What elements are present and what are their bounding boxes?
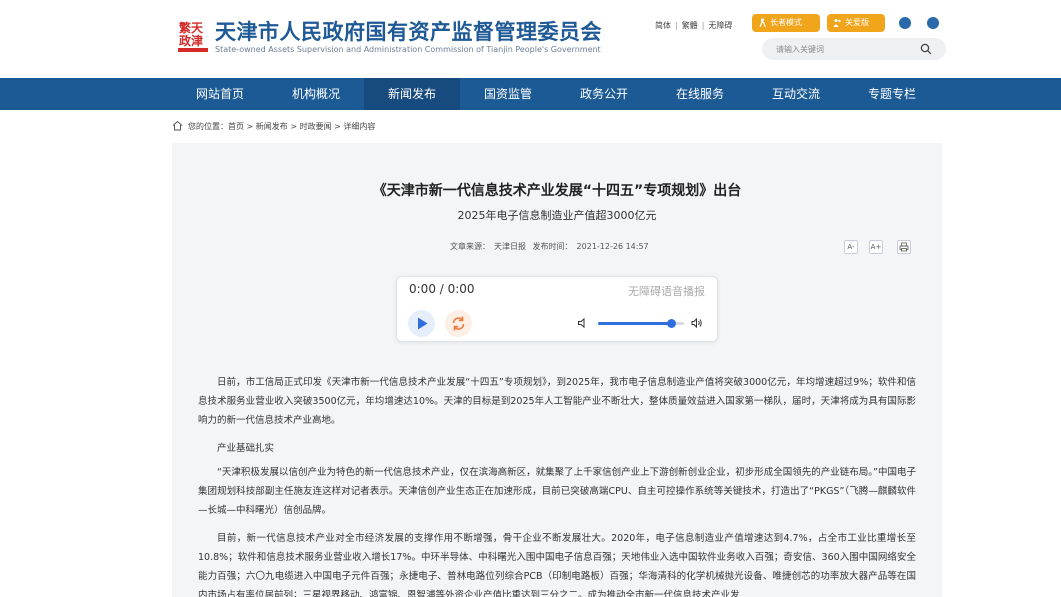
article-paragraph: “天津积极发展以信创产业为特色的新一代信息技术产业，仅在滨海高新区，就集聚了上千…: [198, 467, 916, 516]
nav-item-online-service[interactable]: 在线服务: [652, 78, 748, 110]
article-meta: 文章来源： 天津日报 发布时间： 2021-12-26 14:57: [450, 241, 653, 252]
weibo-icon[interactable]: [927, 17, 939, 29]
time-value: 2021-12-26 14:57: [576, 242, 649, 251]
source-label: 文章来源：: [450, 242, 490, 251]
elder-mode-label: 长者模式: [770, 18, 802, 27]
link-simplified[interactable]: 简体: [655, 21, 671, 30]
article-paragraph: 目前，新一代信息技术产业对全市经济发展的支撑作用不断增强，骨干企业不断发展壮大。…: [198, 533, 916, 597]
search-icon[interactable]: [920, 43, 932, 55]
tianjin-emblem-logo[interactable]: 繁天 政津: [178, 19, 208, 53]
breadcrumb-separator: >: [244, 122, 256, 131]
tts-label: 无障碍语音播报: [628, 285, 705, 298]
nav-item-news[interactable]: 新闻发布: [364, 78, 460, 110]
nav-item-about[interactable]: 机构概况: [268, 78, 364, 110]
breadcrumb-current: 详细内容: [343, 122, 376, 131]
volume-fill: [598, 322, 672, 325]
play-icon: [418, 317, 428, 330]
breadcrumb-home[interactable]: 首页: [228, 122, 244, 131]
svg-text:繁天: 繁天: [179, 20, 204, 35]
volume-low-icon[interactable]: [577, 317, 589, 329]
article-title: 《天津市新一代信息技术产业发展“十四五”专项规划》出台: [372, 183, 742, 199]
breadcrumb-separator: >: [331, 122, 344, 131]
article-panel: 《天津市新一代信息技术产业发展“十四五”专项规划》出台 2025年电子信息制造业…: [172, 143, 942, 597]
breadcrumb-label: 您的位置：: [188, 122, 228, 131]
link-accessibility[interactable]: 无障碍: [708, 21, 732, 30]
volume-slider[interactable]: [598, 319, 684, 328]
print-icon: [899, 242, 909, 252]
search-box: [762, 38, 946, 60]
site-header: 繁天 政津 天津市人民政府国有资产监督管理委员会 State-owned Ass…: [0, 0, 1061, 78]
elder-icon: [759, 18, 766, 27]
breadcrumb-separator: >: [287, 122, 300, 131]
volume-high-icon[interactable]: [691, 317, 703, 329]
font-decrease-button[interactable]: A-: [844, 240, 858, 254]
care-icon: [833, 19, 841, 27]
nav-item-interaction[interactable]: 互动交流: [748, 78, 844, 110]
link-traditional[interactable]: 繁體: [682, 21, 698, 30]
care-mode-label: 关爱版: [845, 18, 869, 27]
loop-button[interactable]: [445, 310, 472, 337]
nav-item-gov-affairs[interactable]: 政务公开: [556, 78, 652, 110]
breadcrumb-politics[interactable]: 时政要闻: [300, 122, 332, 131]
nav-item-supervision[interactable]: 国资监管: [460, 78, 556, 110]
care-mode-button[interactable]: 关爱版: [827, 14, 885, 32]
breadcrumb-news[interactable]: 新闻发布: [256, 122, 288, 131]
play-button[interactable]: [408, 310, 435, 337]
search-input[interactable]: [776, 41, 916, 57]
site-title[interactable]: 天津市人民政府国有资产监督管理委员会: [215, 16, 602, 46]
audio-time: 0:00 / 0:00: [409, 282, 475, 296]
elder-mode-button[interactable]: 长者模式: [752, 14, 820, 32]
separator: |: [701, 21, 705, 30]
accessibility-icon[interactable]: [899, 17, 911, 29]
article-subtitle: 2025年电子信息制造业产值超3000亿元: [457, 209, 657, 222]
source-value: 天津日报: [494, 242, 526, 251]
print-button[interactable]: [897, 240, 911, 254]
home-icon: [172, 120, 183, 131]
main-nav: 网站首页 机构概况 新闻发布 国资监管 政务公开 在线服务 互动交流 专题专栏: [0, 78, 1061, 110]
article-section-heading: 产业基础扎实: [217, 443, 275, 454]
nav-item-home[interactable]: 网站首页: [172, 78, 268, 110]
language-links: 简体 | 繁體 | 无障碍: [655, 20, 732, 31]
article-paragraph: 日前，市工信局正式印发《天津市新一代信息技术产业发展“十四五”专项规划》，到20…: [198, 377, 916, 426]
nav-item-topics[interactable]: 专题专栏: [844, 78, 940, 110]
audio-player: 0:00 / 0:00 无障碍语音播报: [396, 276, 718, 342]
volume-handle[interactable]: [667, 319, 677, 328]
time-label: 发布时间：: [532, 242, 573, 251]
separator: |: [675, 21, 678, 30]
svg-text:政津: 政津: [179, 33, 203, 48]
site-subtitle: State-owned Assets Supervision and Admin…: [215, 45, 601, 54]
font-increase-button[interactable]: A+: [869, 240, 883, 254]
breadcrumb-text: 您的位置：首页 > 新闻发布 > 时政要闻 > 详细内容: [188, 121, 375, 132]
loop-icon: [452, 316, 465, 331]
